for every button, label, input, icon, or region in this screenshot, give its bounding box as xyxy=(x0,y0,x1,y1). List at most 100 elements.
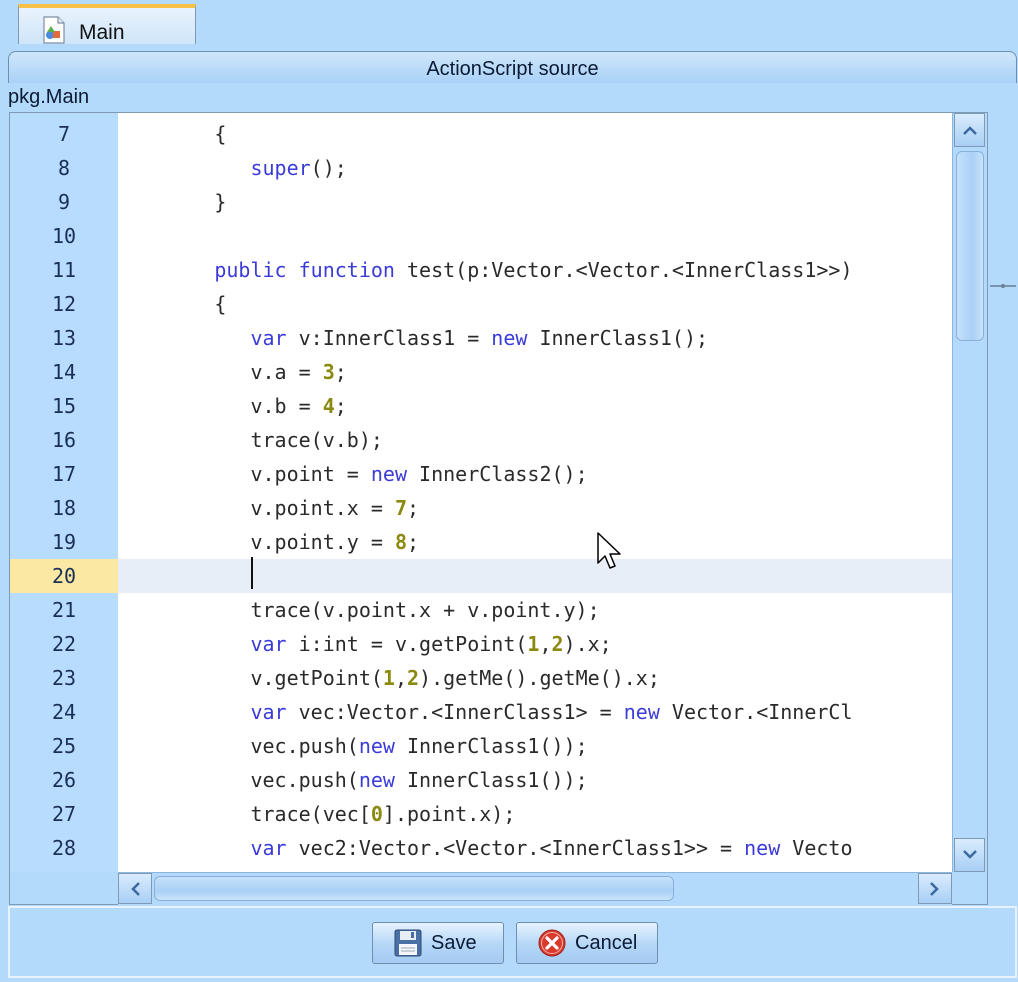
code-text: vec2:Vector.<Vector.<InnerClass1>> = xyxy=(286,836,745,860)
code-text: ].point.x); xyxy=(382,802,516,826)
dialog-footer: Save Cancel xyxy=(8,906,1017,978)
code-text: v.point = xyxy=(118,462,371,486)
chevron-right-icon xyxy=(930,881,939,896)
chevron-left-icon xyxy=(131,881,140,896)
code-text: Vecto xyxy=(780,836,853,860)
code-text: test(p:Vector.<Vector.<InnerClass1>>) xyxy=(394,258,853,282)
save-button[interactable]: Save xyxy=(372,922,504,964)
chevron-down-icon xyxy=(962,850,977,859)
code-keyword: new xyxy=(744,836,781,860)
code-text: v:InnerClass1 = xyxy=(286,326,492,350)
code-keyword: super xyxy=(250,156,311,180)
code-keyword: function xyxy=(298,258,395,282)
code-text: ).x; xyxy=(563,632,612,656)
line-number: 25 xyxy=(51,734,77,758)
line-number: 24 xyxy=(51,700,77,724)
text-caret xyxy=(251,557,253,589)
red-x-circle-icon xyxy=(538,929,566,957)
code-line[interactable]: public function test(p:Vector.<Vector.<I… xyxy=(118,253,952,287)
cancel-button-label: Cancel xyxy=(575,931,638,954)
line-number: 23 xyxy=(51,666,77,690)
code-editor[interactable]: 7 8 9 10 11 12 13 14 15 16 17 18 19 20 21 22 23 24 25 26 27 2… xyxy=(9,112,988,905)
code-keyword: new xyxy=(491,326,528,350)
code-line[interactable]: v.getPoint(1,2).getMe().getMe().x; xyxy=(118,661,952,695)
line-number: 16 xyxy=(51,428,77,452)
code-line[interactable]: var vec2:Vector.<Vector.<InnerClass1>> =… xyxy=(118,831,952,865)
line-number: 10 xyxy=(51,224,77,248)
line-number: 8 xyxy=(57,156,71,180)
code-text: ; xyxy=(407,496,420,520)
code-text: v.b = xyxy=(118,394,323,418)
code-number: 8 xyxy=(394,530,407,554)
code-text: InnerClass1(); xyxy=(527,326,709,350)
horizontal-scroll-thumb[interactable] xyxy=(154,876,674,901)
vertical-scroll-thumb[interactable] xyxy=(956,151,984,341)
code-line[interactable]: trace(v.b); xyxy=(118,423,952,457)
code-line[interactable] xyxy=(118,559,952,593)
scroll-left-button[interactable] xyxy=(118,873,152,904)
code-text: trace(v.b); xyxy=(118,428,383,452)
code-line[interactable]: v.point.x = 7; xyxy=(118,491,952,525)
code-line[interactable]: v.point = new InnerClass2(); xyxy=(118,457,952,491)
line-number: 17 xyxy=(51,462,77,486)
line-number: 26 xyxy=(51,768,77,792)
code-keyword: public xyxy=(214,258,287,282)
code-text: i:int = v.getPoint( xyxy=(286,632,528,656)
code-number: 4 xyxy=(322,394,335,418)
class-path-label: pkg.Main xyxy=(8,86,90,108)
horizontal-scrollbar[interactable] xyxy=(118,872,952,905)
vertical-scrollbar[interactable] xyxy=(952,113,987,872)
line-number: 20 xyxy=(10,559,118,593)
code-line[interactable]: super(); xyxy=(118,151,952,185)
code-keyword: new xyxy=(358,768,395,792)
line-number: 21 xyxy=(51,598,77,622)
line-number: 15 xyxy=(51,394,77,418)
scroll-down-button[interactable] xyxy=(954,838,985,872)
chevron-up-icon xyxy=(962,126,977,135)
code-line[interactable]: v.b = 4; xyxy=(118,389,952,423)
code-line[interactable] xyxy=(118,219,952,253)
code-text: ; xyxy=(334,394,347,418)
code-text: (); xyxy=(310,156,347,180)
line-number: 22 xyxy=(51,632,77,656)
code-keyword: var xyxy=(250,836,287,860)
code-line[interactable]: var v:InnerClass1 = new InnerClass1(); xyxy=(118,321,952,355)
code-line[interactable]: vec.push(new InnerClass1()); xyxy=(118,729,952,763)
code-text: InnerClass1()); xyxy=(394,768,588,792)
code-number: 2 xyxy=(551,632,564,656)
code-text: InnerClass1()); xyxy=(394,734,588,758)
code-line[interactable]: trace(vec[0].point.x); xyxy=(118,797,952,831)
splitter-handle-icon[interactable] xyxy=(990,283,1016,289)
code-line[interactable]: vec.push(new InnerClass1()); xyxy=(118,763,952,797)
line-number: 19 xyxy=(51,530,77,554)
code-text: v.point.x = xyxy=(118,496,395,520)
code-line[interactable]: trace(v.point.x + v.point.y); xyxy=(118,593,952,627)
tab-main[interactable]: Main xyxy=(18,4,196,44)
mouse-pointer-icon xyxy=(597,532,621,569)
class-file-icon xyxy=(43,16,65,44)
code-number: 7 xyxy=(394,496,407,520)
code-line[interactable]: var i:int = v.getPoint(1,2).x; xyxy=(118,627,952,661)
code-line[interactable]: { xyxy=(118,287,952,321)
code-line[interactable]: } xyxy=(118,185,952,219)
code-text: v.getPoint( xyxy=(118,666,383,690)
code-keyword: var xyxy=(250,326,287,350)
code-line[interactable]: var vec:Vector.<InnerClass1> = new Vecto… xyxy=(118,695,952,729)
scroll-up-button[interactable] xyxy=(954,113,985,147)
code-line[interactable]: v.a = 3; xyxy=(118,355,952,389)
code-text: ; xyxy=(407,530,420,554)
scroll-right-button[interactable] xyxy=(918,873,952,904)
code-line[interactable]: v.point.y = 8; xyxy=(118,525,952,559)
code-text: v.a = xyxy=(118,360,323,384)
code-number: 3 xyxy=(322,360,335,384)
code-text: trace(v.point.x + v.point.y); xyxy=(118,598,600,622)
code-text-area[interactable]: var vec2:Vector.<Vector.<InnerClass1>> =… xyxy=(118,113,952,872)
cancel-button[interactable]: Cancel xyxy=(516,922,658,964)
line-number: 14 xyxy=(51,360,77,384)
code-line[interactable]: { xyxy=(118,117,952,151)
